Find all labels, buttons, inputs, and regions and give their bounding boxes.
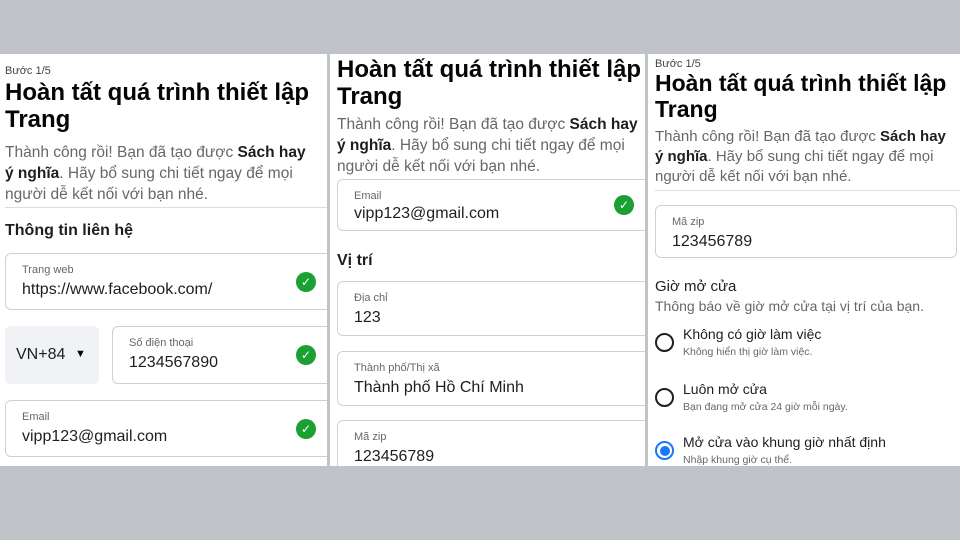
field-label: Thành phố/Thị xã <box>354 362 440 374</box>
title-line: Hoàn tất quá trình thiết lập <box>655 70 947 96</box>
country-code-select[interactable]: VN+84 ▼ <box>5 326 99 384</box>
field-label: Trang web <box>22 264 74 276</box>
check-circle-icon: ✓ <box>296 345 316 365</box>
page-name: Sách hay <box>880 128 946 145</box>
desc-text: . Hãy bổ sung chi tiết ngay để mọi <box>707 148 934 165</box>
description: Thành công rồi! Bạn đã tạo được Sách hay… <box>337 114 645 177</box>
radio-button-selected[interactable] <box>655 441 674 460</box>
page-title: Hoàn tất quá trình thiết lập Trang <box>5 79 309 133</box>
city-field[interactable]: Thành phố/Thị xã Thành phố Hồ Chí Minh <box>337 351 645 406</box>
option-subtitle: Không hiển thị giờ làm việc. <box>683 346 813 358</box>
section-heading: Giờ mở cửa <box>655 278 737 295</box>
desc-text: . Hãy bổ sung chi tiết ngay để mọi <box>59 165 293 182</box>
field-value: 123456789 <box>672 233 753 250</box>
section-heading: Thông tin liên hệ <box>5 222 133 239</box>
check-circle-icon: ✓ <box>296 271 316 292</box>
option-specific-hours[interactable]: Mở cửa vào khung giờ nhất định Nhập khung… <box>648 434 960 466</box>
field-label: Mã zip <box>672 216 705 228</box>
phone-field[interactable]: Số điện thoại 1234567890 ✓ <box>112 326 327 384</box>
page-name: ý nghĩa <box>337 137 392 154</box>
title-line: Hoàn tất quá trình thiết lập <box>337 56 641 83</box>
radio-button[interactable] <box>655 388 674 407</box>
field-value: 1234567890 <box>129 354 218 371</box>
page-name: ý nghĩa <box>5 165 60 182</box>
email-field[interactable]: Email vipp123@gmail.com ✓ <box>337 179 645 231</box>
desc-text: người dễ kết nối với bạn nhé. <box>337 158 541 175</box>
option-no-hours[interactable]: Không có giờ làm việc Không hiển thị giờ … <box>648 326 960 374</box>
desc-text: người dễ kết nối với bạn nhé. <box>5 186 209 203</box>
website-field[interactable]: Trang web https://www.facebook.com/ ✓ <box>5 253 327 310</box>
divider <box>655 190 960 191</box>
title-line: Trang <box>337 83 403 110</box>
step-indicator: Bước 1/5 <box>5 65 51 77</box>
panel-hours: Bước 1/5 Hoàn tất quá trình thiết lập Tra… <box>648 54 960 466</box>
page-title: Hoàn tất quá trình thiết lập Trang <box>337 56 641 110</box>
caret-down-icon: ▼ <box>75 348 86 360</box>
field-value: 123456789 <box>354 448 435 465</box>
field-label: Email <box>22 411 50 423</box>
section-subtitle: Thông báo về giờ mở cửa tại vị trí của b… <box>655 298 924 314</box>
option-always-open[interactable]: Luôn mở cửa Bạn đang mở cửa 24 giờ mỗi ng… <box>648 381 960 429</box>
description: Thành công rồi! Bạn đã tạo được Sách hay… <box>5 142 327 205</box>
field-label: Địa chỉ <box>354 292 388 304</box>
desc-text: Thành công rồi! Bạn đã tạo được <box>337 116 570 133</box>
title-line: Trang <box>5 106 71 133</box>
page-title: Hoàn tất quá trình thiết lập Trang <box>655 70 946 122</box>
option-title: Mở cửa vào khung giờ nhất định <box>683 434 886 450</box>
desc-text: người dễ kết nối với bạn nhé. <box>655 168 852 185</box>
option-title: Không có giờ làm việc <box>683 326 822 342</box>
page-name: Sách hay <box>569 116 638 133</box>
field-value: vipp123@gmail.com <box>22 428 168 445</box>
desc-text: Thành công rồi! Bạn đã tạo được <box>5 144 238 161</box>
address-field[interactable]: Địa chỉ 123 <box>337 281 645 336</box>
page-name: ý nghĩa <box>655 148 708 165</box>
check-circle-icon: ✓ <box>614 195 634 215</box>
option-subtitle: Nhập khung giờ cụ thể. <box>683 454 793 466</box>
step-indicator: Bước 1/5 <box>655 58 701 70</box>
zip-field[interactable]: Mã zip 123456789 <box>337 420 645 466</box>
divider <box>5 207 327 208</box>
desc-text: . Hãy bổ sung chi tiết ngay để mọi <box>391 137 625 154</box>
field-label: Mã zip <box>354 431 387 443</box>
zip-field[interactable]: Mã zip 123456789 <box>655 205 957 258</box>
title-line: Trang <box>655 96 718 122</box>
country-code-value: VN+84 <box>16 346 66 363</box>
radio-button[interactable] <box>655 333 674 352</box>
check-circle-icon: ✓ <box>296 418 316 439</box>
panel-location: Hoàn tất quá trình thiết lập Trang Thành … <box>330 54 645 466</box>
section-heading: Vị trí <box>337 252 373 269</box>
page-name: Sách hay <box>237 144 306 161</box>
title-line: Hoàn tất quá trình thiết lập <box>5 79 309 106</box>
field-value: vipp123@gmail.com <box>354 205 500 222</box>
option-title: Luôn mở cửa <box>683 381 767 397</box>
field-label: Email <box>354 190 382 202</box>
description: Thành công rồi! Bạn đã tạo được Sách hay… <box>655 127 960 187</box>
field-value: 123 <box>354 309 381 326</box>
email-field[interactable]: Email vipp123@gmail.com ✓ <box>5 400 327 457</box>
desc-text: Thành công rồi! Bạn đã tạo được <box>655 128 881 145</box>
panel-contact-info: Bước 1/5 Hoàn tất quá trình thiết lập Tra… <box>0 54 327 466</box>
field-label: Số điện thoại <box>129 337 194 349</box>
field-value: https://www.facebook.com/ <box>22 281 213 298</box>
field-value: Thành phố Hồ Chí Minh <box>354 379 524 396</box>
option-subtitle: Bạn đang mở cửa 24 giờ mỗi ngày. <box>683 401 848 413</box>
